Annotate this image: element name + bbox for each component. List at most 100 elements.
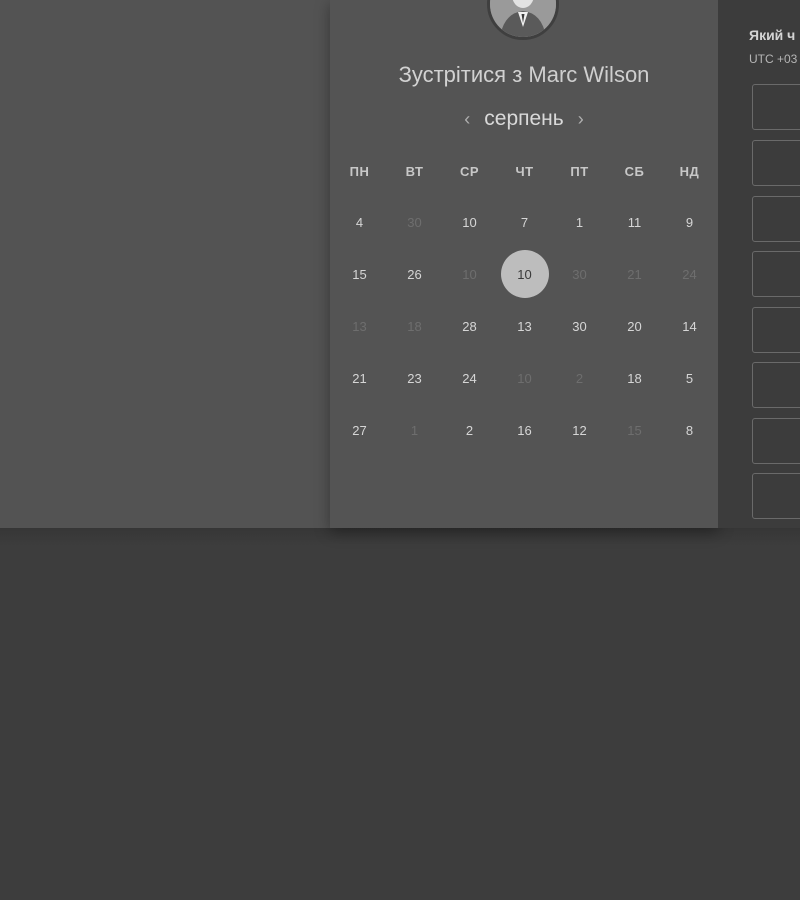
calendar-day[interactable]: 2 xyxy=(442,404,497,456)
weekday-label: ПН xyxy=(349,164,370,179)
calendar-day-label: 14 xyxy=(682,318,697,334)
calendar-day: 30 xyxy=(387,196,442,248)
calendar-day[interactable]: 11 xyxy=(607,196,662,248)
weekday-label: СБ xyxy=(624,164,645,179)
time-slot-button[interactable] xyxy=(752,84,800,130)
calendar-day-label: 23 xyxy=(407,370,422,386)
calendar-day-label: 8 xyxy=(685,422,694,438)
calendar-day: 10 xyxy=(497,352,552,404)
calendar-day[interactable]: 16 xyxy=(497,404,552,456)
calendar-day-label: 26 xyxy=(407,266,422,282)
time-slot-button[interactable] xyxy=(752,418,800,464)
calendar-day-label: 10 xyxy=(500,250,549,298)
calendar-day-label: 1 xyxy=(575,214,584,230)
calendar-day[interactable]: 9 xyxy=(662,196,717,248)
calendar-day[interactable]: 13 xyxy=(497,300,552,352)
calendar-day[interactable]: 8 xyxy=(662,404,717,456)
calendar-day-label: 21 xyxy=(352,370,367,386)
time-slot-button[interactable] xyxy=(752,251,800,297)
calendar-day[interactable]: 1 xyxy=(552,196,607,248)
calendar-day-label: 30 xyxy=(572,318,587,334)
timezone-value[interactable]: UTC +03 xyxy=(749,52,797,66)
host-name: Marc Wilson xyxy=(528,62,650,87)
calendar-day-label: 12 xyxy=(572,422,587,438)
time-slot-button[interactable] xyxy=(752,473,800,519)
calendar-day: 1 xyxy=(387,404,442,456)
chevron-right-icon[interactable]: › xyxy=(578,110,584,128)
calendar-day-label: 28 xyxy=(462,318,477,334)
calendar-day-label: 30 xyxy=(407,214,422,230)
calendar-day: 2 xyxy=(552,352,607,404)
calendar-day[interactable]: 20 xyxy=(607,300,662,352)
calendar-day[interactable]: 15 xyxy=(332,248,387,300)
calendar-day-label: 10 xyxy=(462,214,477,230)
calendar-day: 18 xyxy=(387,300,442,352)
calendar-day[interactable]: 14 xyxy=(662,300,717,352)
calendar-day[interactable]: 12 xyxy=(552,404,607,456)
weekday-label: ЧТ xyxy=(515,164,534,179)
calendar-day[interactable]: 28 xyxy=(442,300,497,352)
month-navigation: ‹ серпень › xyxy=(330,106,718,132)
calendar-day-label: 2 xyxy=(465,422,474,438)
weekday-header: ПН ВТ СР ЧТ ПТ СБ НД xyxy=(332,164,717,179)
calendar-day-label: 18 xyxy=(627,370,642,386)
calendar-days-grid: 4 30 10 7 1 11 9 15 26 10 10 30 21 24 13 18 28 13 30 20 14 21… xyxy=(332,196,717,456)
calendar-day-label: 24 xyxy=(462,370,477,386)
meeting-prefix: Зустрітися з xyxy=(398,62,523,87)
calendar-day: 21 xyxy=(607,248,662,300)
time-slot-button[interactable] xyxy=(752,362,800,408)
calendar-day-label: 2 xyxy=(575,370,584,386)
host-avatar xyxy=(487,0,559,40)
page-background-bottom xyxy=(0,528,800,900)
calendar-day-label: 1 xyxy=(410,422,419,438)
time-slot-button[interactable] xyxy=(752,307,800,353)
calendar-day[interactable]: 10 xyxy=(442,196,497,248)
calendar-day[interactable]: 24 xyxy=(442,352,497,404)
calendar-day-label: 10 xyxy=(462,266,477,282)
weekday-label: НД xyxy=(679,164,700,179)
weekday-label: СР xyxy=(459,164,480,179)
month-label: серпень xyxy=(484,107,564,130)
weekday-label: ПТ xyxy=(570,164,589,179)
timezone-question: Який ч xyxy=(749,27,796,43)
calendar-day-label: 16 xyxy=(517,422,532,438)
chevron-left-icon[interactable]: ‹ xyxy=(464,110,470,128)
calendar-day[interactable]: 4 xyxy=(332,196,387,248)
calendar-day[interactable]: 5 xyxy=(662,352,717,404)
calendar-day-label: 11 xyxy=(627,214,642,230)
time-slot-button[interactable] xyxy=(752,140,800,186)
calendar-day[interactable]: 21 xyxy=(332,352,387,404)
calendar-day[interactable]: 27 xyxy=(332,404,387,456)
calendar-day: 13 xyxy=(332,300,387,352)
calendar-day-label: 9 xyxy=(685,214,694,230)
calendar-day-label: 15 xyxy=(352,266,367,282)
calendar-card: Зустрітися з Marc Wilson ‹ серпень › ПН … xyxy=(330,0,718,528)
calendar-day: 30 xyxy=(552,248,607,300)
calendar-day: 15 xyxy=(607,404,662,456)
calendar-day-label: 13 xyxy=(352,318,367,334)
calendar-day-label: 21 xyxy=(627,266,642,282)
calendar-day-label: 13 xyxy=(517,318,532,334)
calendar-day-label: 30 xyxy=(572,266,587,282)
calendar-day[interactable]: 18 xyxy=(607,352,662,404)
calendar-day-label: 27 xyxy=(352,422,367,438)
calendar-day-label: 20 xyxy=(627,318,642,334)
divider-shadow xyxy=(0,528,800,546)
calendar-day-label: 10 xyxy=(517,370,532,386)
calendar-day[interactable]: 7 xyxy=(497,196,552,248)
calendar-day: 10 xyxy=(442,248,497,300)
meeting-title: Зустрітися з Marc Wilson xyxy=(330,62,718,88)
calendar-day-label: 5 xyxy=(685,370,694,386)
calendar-day[interactable]: 23 xyxy=(387,352,442,404)
calendar-day-selected[interactable]: 10 xyxy=(497,248,552,300)
calendar-day-label: 4 xyxy=(355,214,364,230)
time-slot-button[interactable] xyxy=(752,196,800,242)
calendar-day-label: 15 xyxy=(627,422,642,438)
calendar-day-label: 7 xyxy=(520,214,529,230)
person-portrait-icon xyxy=(490,0,556,37)
calendar-day[interactable]: 26 xyxy=(387,248,442,300)
weekday-label: ВТ xyxy=(405,164,424,179)
time-selection-panel: Який ч UTC +03 xyxy=(718,0,800,528)
calendar-day-label: 24 xyxy=(682,266,697,282)
calendar-day[interactable]: 30 xyxy=(552,300,607,352)
